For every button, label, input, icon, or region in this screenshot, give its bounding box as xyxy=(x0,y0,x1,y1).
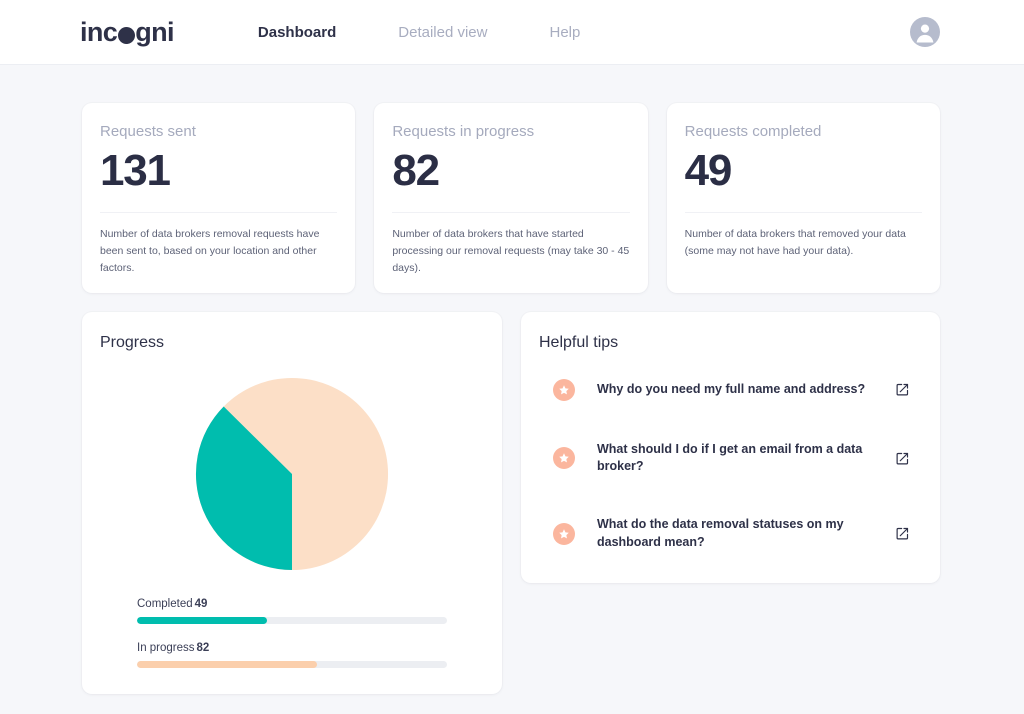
helpful-tips-panel: Helpful tips Why do you need my full nam… xyxy=(521,311,940,583)
bar-fill-completed xyxy=(137,616,268,624)
main-nav: Dashboard Detailed view Help xyxy=(258,18,642,47)
tip-question-text: What should I do if I get an email from … xyxy=(597,441,863,474)
progress-bars: Completed 49 In progress 82 xyxy=(82,598,502,668)
star-icon xyxy=(553,378,575,401)
stat-value: 82 xyxy=(392,146,440,195)
tip-question-text: Why do you need my full name and address… xyxy=(597,381,866,396)
stat-description: Number of data brokers removal requests … xyxy=(100,227,320,274)
divider xyxy=(392,211,630,213)
divider xyxy=(684,211,922,213)
external-link-icon[interactable] xyxy=(895,526,910,541)
tip-item[interactable]: What should I do if I get an email from … xyxy=(539,428,922,490)
stat-label: Requests completed xyxy=(684,123,822,140)
tip-item[interactable]: What do the data removal statuses on my … xyxy=(539,503,922,565)
stat-description: Number of data brokers that removed your… xyxy=(684,227,906,257)
bar-label-text: Completed xyxy=(137,597,193,610)
panel-title-helpful-tips: Helpful tips xyxy=(539,333,619,351)
progress-panel: Progress Completed 49 In progress 82 xyxy=(82,311,502,694)
stats-row: Requests sent 131 Number of data brokers… xyxy=(82,103,940,293)
panel-title-progress: Progress xyxy=(100,333,165,351)
bar-label-completed: Completed 49 xyxy=(137,598,447,610)
stat-card-requests-completed: Requests completed 49 Number of data bro… xyxy=(666,103,940,293)
star-icon xyxy=(553,522,575,545)
lower-row: Progress Completed 49 In progress 82 Hel… xyxy=(82,311,940,694)
bar-track xyxy=(137,616,447,624)
stat-description: Number of data brokers that have started… xyxy=(392,227,630,274)
logo-text-before: inc xyxy=(80,16,118,47)
star-icon xyxy=(553,447,575,470)
external-link-icon[interactable] xyxy=(895,382,910,397)
bar-track xyxy=(137,660,447,668)
external-link-icon[interactable] xyxy=(895,451,910,466)
nav-item-detailed-view[interactable]: Detailed view xyxy=(398,18,487,47)
stat-label: Requests in progress xyxy=(392,123,535,140)
progress-bar-completed: Completed 49 xyxy=(137,598,447,624)
incogni-logo[interactable]: inc gni xyxy=(80,16,175,47)
tip-question-text: What do the data removal statuses on my … xyxy=(597,517,844,549)
bar-label-in-progress: In progress 82 xyxy=(137,642,447,654)
bar-fill-in-progress xyxy=(137,660,317,668)
bar-label-value: 82 xyxy=(196,641,210,654)
logo-dot-icon xyxy=(117,26,135,44)
bar-label-value: 49 xyxy=(194,597,208,610)
user-avatar-icon[interactable] xyxy=(910,17,940,47)
progress-pie-chart xyxy=(82,358,502,598)
nav-item-dashboard[interactable]: Dashboard xyxy=(258,18,336,47)
logo-text-after: gni xyxy=(135,16,174,47)
stat-label: Requests sent xyxy=(100,123,196,140)
progress-bar-in-progress: In progress 82 xyxy=(137,642,447,668)
tip-item[interactable]: Why do you need my full name and address… xyxy=(539,366,922,414)
nav-item-help[interactable]: Help xyxy=(549,18,580,47)
dashboard-page: Requests sent 131 Number of data brokers… xyxy=(0,65,1024,694)
stat-value: 49 xyxy=(684,146,733,195)
bar-label-text: In progress xyxy=(137,641,195,654)
stat-value: 131 xyxy=(100,146,171,195)
pie-chart-svg xyxy=(195,377,389,570)
top-navigation-bar: inc gni Dashboard Detailed view Help xyxy=(0,0,1024,65)
divider xyxy=(100,211,338,213)
stat-card-requests-in-progress: Requests in progress 82 Number of data b… xyxy=(374,103,648,293)
stat-card-requests-sent: Requests sent 131 Number of data brokers… xyxy=(82,103,356,293)
